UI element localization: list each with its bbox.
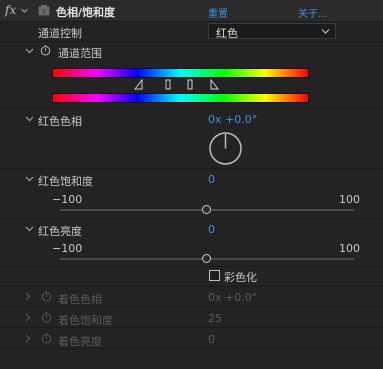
hue-expand-chevron-icon[interactable] xyxy=(25,115,34,123)
fx-toggle-icon[interactable]: fx xyxy=(5,3,16,17)
reset-link[interactable]: 重置 xyxy=(208,5,228,20)
lightness-label: 红色亮度 xyxy=(38,225,82,238)
range-left-falloff-handle xyxy=(134,79,143,90)
effect-name: 色相/饱和度 xyxy=(56,6,116,19)
dropdown-chevron-icon xyxy=(321,29,330,34)
colorize-hue-label: 着色色相 xyxy=(58,293,102,306)
stopwatch-icon xyxy=(41,333,52,344)
channel-control-label: 通道控制 xyxy=(38,27,82,40)
channel-range-handles[interactable] xyxy=(134,79,226,91)
effect-type-icon: I xyxy=(38,5,50,16)
colorize-label[interactable]: 彩色化 xyxy=(224,269,257,285)
colorize-hue-value: 0x +0.0° xyxy=(208,291,258,304)
channel-range-expand-chevron-icon[interactable] xyxy=(25,47,34,55)
channel-range-label: 通道范围 xyxy=(58,47,102,60)
range-right-handle xyxy=(187,79,193,90)
colorize-lightness-label: 着色亮度 xyxy=(58,335,102,348)
saturation-value[interactable]: 0 xyxy=(208,173,215,186)
lightness-slider-thumb[interactable] xyxy=(202,254,211,263)
range-right-falloff-handle xyxy=(210,79,220,90)
lightness-min-label: −100 xyxy=(52,242,83,255)
channel-range-bottom-bar xyxy=(52,93,309,103)
colorize-checkbox[interactable] xyxy=(209,270,220,281)
colorize-lightness-collapsed-chevron-icon[interactable] xyxy=(24,334,32,343)
colorize-saturation-collapsed-chevron-icon[interactable] xyxy=(24,313,32,322)
lightness-value[interactable]: 0 xyxy=(208,223,215,236)
channel-range-top-bar xyxy=(52,68,309,78)
saturation-label: 红色饱和度 xyxy=(38,175,93,188)
channel-control-dropdown[interactable]: 红色 xyxy=(208,23,336,40)
range-left-handle xyxy=(165,79,171,90)
stopwatch-icon xyxy=(41,291,52,302)
colorize-hue-collapsed-chevron-icon[interactable] xyxy=(24,292,32,301)
colorize-saturation-value: 25 xyxy=(208,312,222,325)
colorize-saturation-label: 着色饱和度 xyxy=(58,314,113,327)
stopwatch-icon[interactable] xyxy=(40,44,51,56)
lightness-expand-chevron-icon[interactable] xyxy=(25,225,34,233)
svg-text:I: I xyxy=(43,8,45,16)
hue-value[interactable]: 0x +0.0° xyxy=(208,113,257,126)
hue-angle-dial[interactable] xyxy=(208,131,243,166)
collapse-chevron-icon[interactable] xyxy=(20,6,29,15)
channel-control-value: 红色 xyxy=(216,27,238,40)
saturation-expand-chevron-icon[interactable] xyxy=(25,175,34,183)
saturation-max-label: 100 xyxy=(339,193,360,206)
lightness-max-label: 100 xyxy=(339,242,360,255)
saturation-slider-thumb[interactable] xyxy=(202,205,211,214)
about-link[interactable]: 关于... xyxy=(298,5,328,20)
saturation-min-label: −100 xyxy=(52,193,83,206)
hue-label: 红色色相 xyxy=(38,115,82,128)
stopwatch-icon xyxy=(41,312,52,323)
colorize-lightness-value: 0 xyxy=(208,333,215,346)
